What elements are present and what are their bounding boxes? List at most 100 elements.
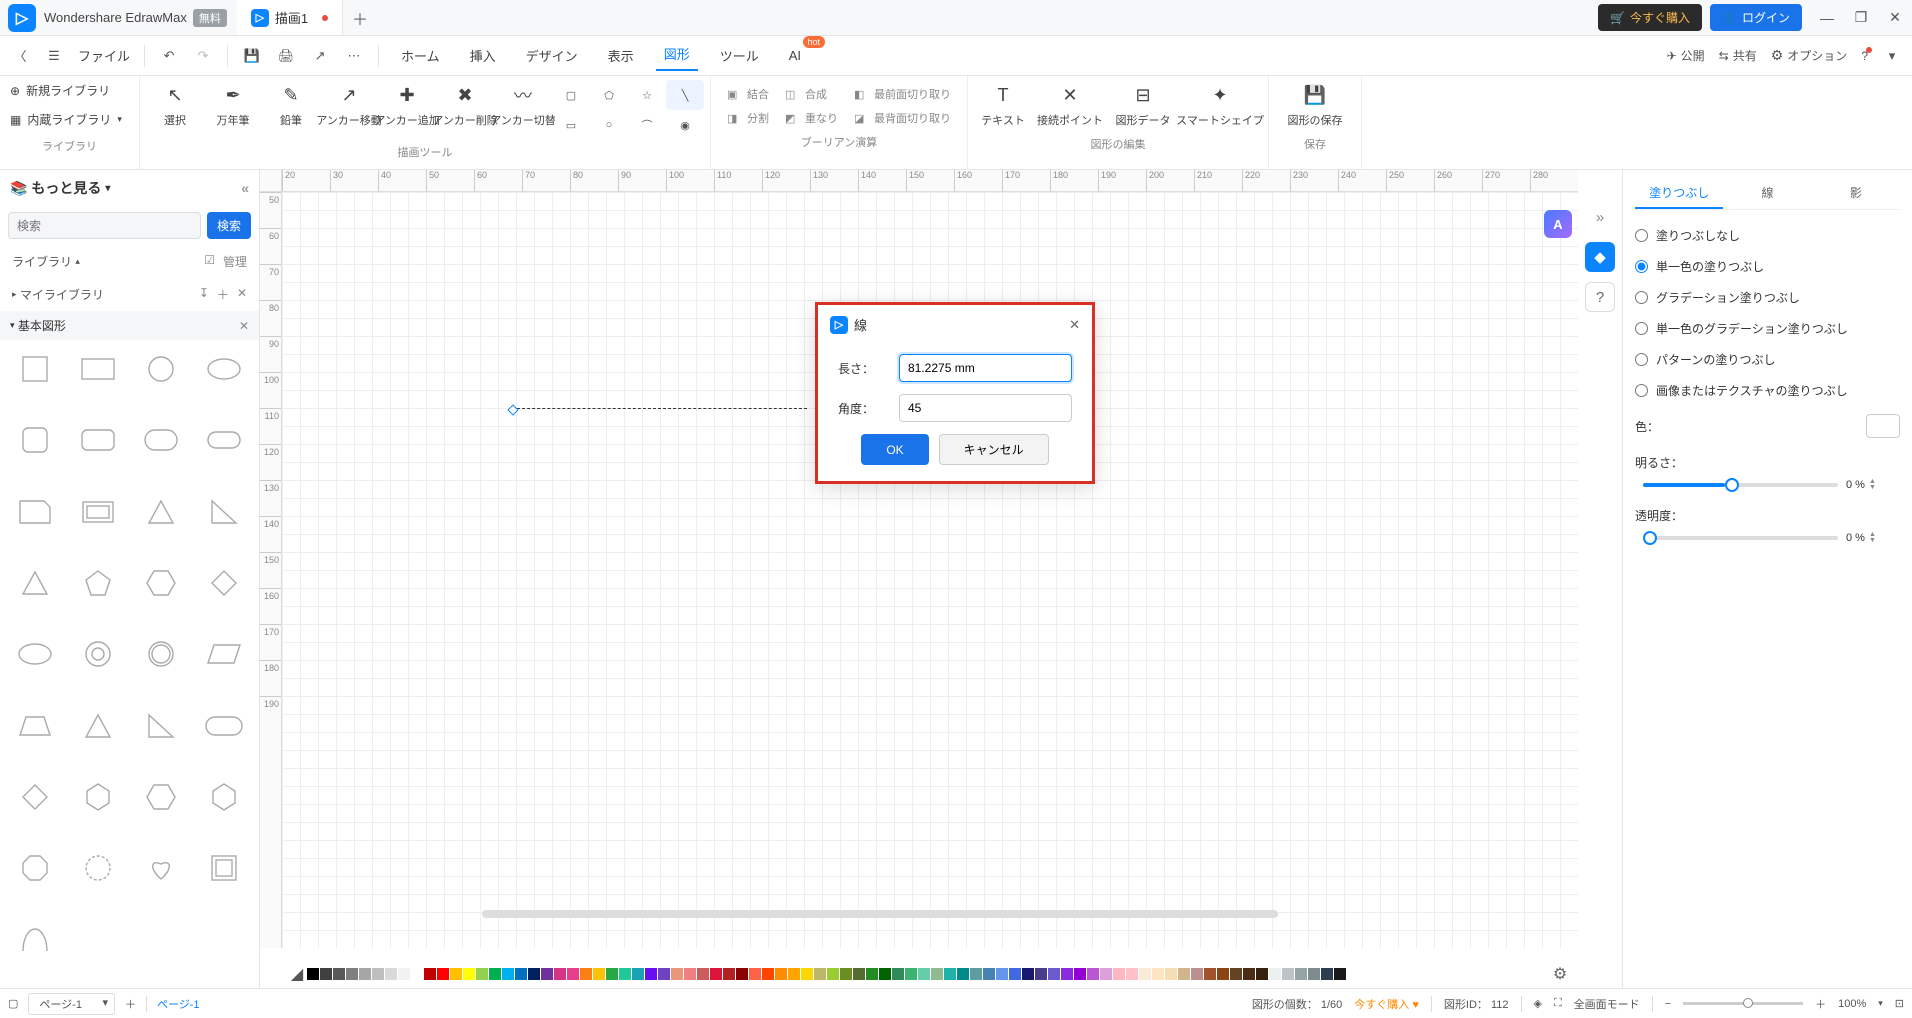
shape-triangle-r[interactable]	[194, 491, 253, 533]
new-library-button[interactable]: ⊕新規ライブラリ	[0, 76, 139, 105]
page-tab[interactable]: ページ-1	[157, 996, 200, 1012]
color-swatch[interactable]	[762, 968, 774, 980]
import-icon[interactable]: ↧	[199, 286, 209, 303]
manage-icon[interactable]: ☑	[204, 253, 215, 270]
window-maximize-button[interactable]: ❐	[1844, 9, 1878, 26]
print-button[interactable]: 🖨	[276, 48, 296, 64]
menu-ai[interactable]: AIhot	[781, 44, 809, 67]
add-icon[interactable]: ＋	[217, 286, 229, 303]
color-swatch[interactable]	[736, 968, 748, 980]
color-swatch[interactable]	[359, 968, 371, 980]
color-swatch[interactable]	[372, 968, 384, 980]
dialog-close-button[interactable]: ✕	[1069, 317, 1080, 333]
color-swatch[interactable]	[1321, 968, 1333, 980]
menu-shape[interactable]: 図形	[656, 40, 698, 71]
more-icon[interactable]: ⋯	[344, 48, 364, 64]
color-swatch[interactable]	[671, 968, 683, 980]
color-swatch[interactable]	[983, 968, 995, 980]
overlap-button[interactable]: ◩重なり	[777, 106, 846, 130]
shape-diamond[interactable]	[194, 562, 253, 604]
undo-button[interactable]: ↶	[159, 48, 179, 64]
color-swatch[interactable]	[1334, 968, 1346, 980]
color-swatch[interactable]	[944, 968, 956, 980]
color-swatch[interactable]	[827, 968, 839, 980]
cancel-button[interactable]: キャンセル	[939, 434, 1049, 465]
color-swatch[interactable]	[398, 968, 410, 980]
ai-assistant-badge[interactable]: A	[1544, 210, 1572, 238]
angle-input[interactable]	[899, 394, 1072, 422]
color-swatch[interactable]	[1269, 968, 1281, 980]
color-swatch[interactable]	[463, 968, 475, 980]
zoom-in-button[interactable]: ＋	[1815, 996, 1826, 1012]
color-swatch[interactable]	[1295, 968, 1307, 980]
fill-pattern-radio[interactable]: パターンの塗りつぶし	[1635, 344, 1900, 375]
redo-button[interactable]: ↷	[193, 48, 213, 64]
color-swatch[interactable]	[1178, 968, 1190, 980]
shape-ellipse[interactable]	[194, 348, 253, 390]
color-swatch[interactable]	[996, 968, 1008, 980]
color-swatch[interactable]	[1282, 968, 1294, 980]
shape-cutrect[interactable]	[6, 491, 65, 533]
color-well[interactable]	[1866, 414, 1900, 438]
shape-tri2[interactable]	[6, 562, 65, 604]
color-swatch[interactable]	[853, 968, 865, 980]
color-swatch[interactable]	[307, 968, 319, 980]
my-library-item[interactable]: ▸ マイライブラリ ↧＋✕	[0, 278, 259, 311]
shape-donut[interactable]	[69, 633, 128, 675]
shape-rect[interactable]	[69, 348, 128, 390]
smart-shape-tool[interactable]: ✦スマートシェイプ	[1178, 80, 1262, 132]
drawn-line[interactable]	[512, 408, 807, 409]
shape-triangle[interactable]	[132, 491, 191, 533]
menu-home[interactable]: ホーム	[393, 42, 448, 69]
tab-line[interactable]: 線	[1723, 178, 1811, 209]
color-swatch[interactable]	[892, 968, 904, 980]
shape-hex4[interactable]	[194, 776, 253, 818]
color-swatch[interactable]	[1256, 968, 1268, 980]
fullscreen-button[interactable]: 全画面モード	[1574, 996, 1640, 1012]
color-swatch[interactable]	[385, 968, 397, 980]
expand-panel-button[interactable]: »	[1585, 202, 1615, 232]
shape-heart[interactable]	[132, 847, 191, 889]
export-button[interactable]: ↗	[310, 48, 330, 64]
text-tool[interactable]: Tテキスト	[974, 80, 1032, 132]
horizontal-scrollbar[interactable]	[482, 910, 1278, 918]
search-button[interactable]: 検索	[207, 212, 251, 239]
close-icon[interactable]: ✕	[239, 319, 249, 333]
color-swatch[interactable]	[567, 968, 579, 980]
color-swatch[interactable]	[970, 968, 982, 980]
publish-button[interactable]: ✈公開	[1667, 47, 1705, 64]
more-dropdown[interactable]: 📚 もっと見る ▾ «	[0, 170, 259, 206]
color-swatch[interactable]	[424, 968, 436, 980]
palette-settings-button[interactable]: ⚙	[1548, 964, 1572, 984]
menu-view[interactable]: 表示	[600, 42, 642, 69]
brightness-stepper[interactable]: ▲▼	[1869, 479, 1876, 491]
menu-icon[interactable]: ☰	[44, 48, 64, 64]
shape-hexagon[interactable]	[132, 562, 191, 604]
panel-toggle-button[interactable]: ▢	[8, 997, 18, 1010]
window-close-button[interactable]: ✕	[1878, 9, 1912, 26]
menu-design[interactable]: デザイン	[518, 42, 586, 69]
fill-tool-button[interactable]: ◆	[1585, 242, 1615, 272]
shape-circle[interactable]: ○	[590, 110, 628, 140]
shape-circle[interactable]	[132, 348, 191, 390]
shape-right-tri[interactable]	[132, 705, 191, 747]
color-swatch[interactable]	[1152, 968, 1164, 980]
color-swatch[interactable]	[489, 968, 501, 980]
shape-stadium[interactable]	[194, 705, 253, 747]
shape-star7[interactable]	[69, 847, 128, 889]
color-swatch[interactable]	[580, 968, 592, 980]
add-page-button[interactable]: ＋	[125, 996, 136, 1012]
collapse-panel-button[interactable]: «	[241, 180, 249, 196]
fit-page-button[interactable]: ⊡	[1895, 997, 1904, 1010]
shape-roundrect2[interactable]	[132, 419, 191, 461]
anchor-add-tool[interactable]: ✚アンカー追加	[378, 80, 436, 140]
fill-solid-radio[interactable]: 単一色の塗りつぶし	[1635, 251, 1900, 282]
color-swatch[interactable]	[658, 968, 670, 980]
shape-roundrect[interactable]	[69, 419, 128, 461]
chevron-down-icon[interactable]: ▾	[1878, 998, 1883, 1009]
shape-trapezoid[interactable]	[6, 705, 65, 747]
shape-diamond2[interactable]	[6, 776, 65, 818]
color-swatch[interactable]	[840, 968, 852, 980]
color-swatch[interactable]	[437, 968, 449, 980]
color-swatch[interactable]	[723, 968, 735, 980]
